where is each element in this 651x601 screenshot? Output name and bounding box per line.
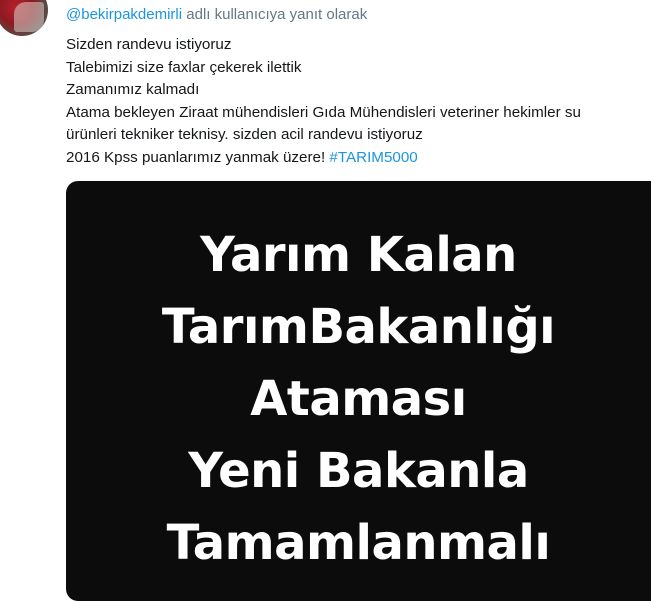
media-caption-line: Yeni Bakanla [188,443,529,499]
media-caption-line: TarımBakanlığı [161,299,556,355]
media-caption-line: Yarım Kalan [200,227,517,283]
tweet-line: ürünleri tekniker teknisy. sizden acil r… [66,126,423,144]
avatar-image [14,2,44,32]
avatar[interactable] [0,0,48,36]
hashtag-link[interactable]: #TARIM5000 [329,149,417,166]
tweet-media-image[interactable]: Yarım Kalan TarımBakanlığı Ataması Yeni … [66,181,651,601]
media-caption: Yarım Kalan TarımBakanlığı Ataması Yeni … [66,219,651,579]
tweet-line: Atama bekleyen Ziraat mühendisleri Gıda … [66,103,581,121]
tweet-line: Sizden randevu istiyoruz [66,36,232,53]
tweet-line: Zamanımız kalmadı [66,81,200,99]
tweet-line: Talebimizi size faxlar çekerek ilettik [66,58,302,76]
media-caption-line: Ataması [250,371,467,427]
media-caption-line: Tamamlanmalı [166,515,551,571]
tweet-text: Sizden randevu istiyoruz Talebimizi size… [66,34,641,170]
tweet-line: 2016 Kpss puanlarımız yanmak üzere! #TAR… [66,147,641,170]
mention-link[interactable]: @bekirpakdemirli [66,6,182,23]
reply-context-text: adlı kullanıcıya yanıt olarak [182,6,368,23]
tweet-line-text: 2016 Kpss puanlarımız yanmak üzere! [66,148,330,166]
reply-context: @bekirpakdemirli adlı kullanıcıya yanıt … [66,6,367,23]
